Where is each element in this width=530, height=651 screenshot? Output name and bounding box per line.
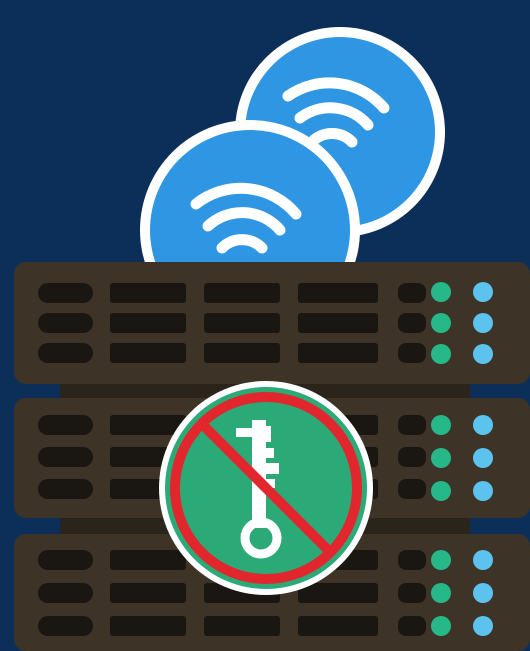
status-led-green xyxy=(431,415,451,435)
illustration-canvas xyxy=(0,0,530,651)
status-led-green xyxy=(431,616,451,636)
status-led-blue xyxy=(473,344,493,364)
status-led-green xyxy=(431,344,451,364)
no-key-icon xyxy=(159,381,373,595)
status-led-green xyxy=(431,550,451,570)
status-led-green xyxy=(431,448,451,468)
status-led-blue xyxy=(473,550,493,570)
status-led-blue xyxy=(473,313,493,333)
status-led-green xyxy=(431,481,451,501)
server-unit xyxy=(14,262,530,384)
status-led-green xyxy=(431,313,451,333)
status-led-blue xyxy=(473,583,493,603)
status-led-blue xyxy=(473,481,493,501)
status-led-blue xyxy=(473,448,493,468)
status-led-green xyxy=(431,583,451,603)
illustration-svg xyxy=(0,0,530,651)
status-led-blue xyxy=(473,616,493,636)
status-led-green xyxy=(431,282,451,302)
status-led-blue xyxy=(473,282,493,302)
status-led-blue xyxy=(473,415,493,435)
